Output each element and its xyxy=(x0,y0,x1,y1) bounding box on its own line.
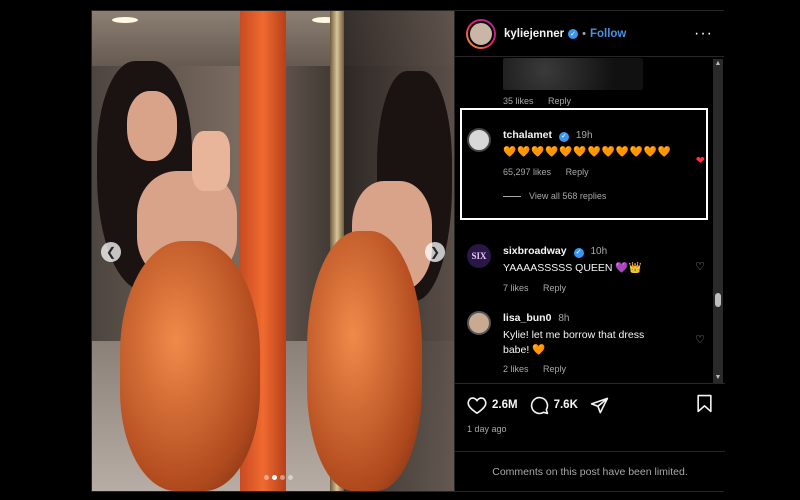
comment-likes[interactable]: 7 likes xyxy=(503,283,529,293)
carousel-dot xyxy=(280,475,285,480)
view-replies-button[interactable]: View all 568 replies xyxy=(503,190,707,203)
comment-meta: 35 likes Reply xyxy=(503,96,583,106)
chevron-right-icon: ❯ xyxy=(429,245,441,259)
heart-icon xyxy=(467,397,487,414)
scrollbar-thumb[interactable] xyxy=(715,293,721,307)
comment-time: 19h xyxy=(575,130,593,141)
bookmark-icon xyxy=(697,394,712,413)
comment-button[interactable] xyxy=(530,396,549,415)
likes-count[interactable]: 2.6M xyxy=(492,399,518,411)
post-header: kyliejenner ✓ • Follow ··· xyxy=(455,11,724,57)
like-button[interactable] xyxy=(467,396,487,414)
post-side-panel: kyliejenner ✓ • Follow ··· 35 likes Repl… xyxy=(454,11,725,491)
comments-count[interactable]: 7.6K xyxy=(554,399,578,411)
header-separator: • xyxy=(582,27,586,40)
photo-subject-dress xyxy=(120,241,260,491)
comment-item: ♡ lisa_bun0 8h Kylie! let me borrow that… xyxy=(467,311,707,376)
carousel-dot-active xyxy=(272,475,277,480)
reply-button[interactable]: Reply xyxy=(543,364,566,374)
scroll-down-icon[interactable]: ▼ xyxy=(713,373,723,383)
replies-line xyxy=(503,196,521,198)
carousel-dot xyxy=(264,475,269,480)
comment-likes[interactable]: 65,297 likes xyxy=(503,167,551,177)
post-actions: 2.6M 7.6K 1 day ago xyxy=(455,383,725,434)
comment-icon xyxy=(530,396,548,414)
commenter-avatar[interactable] xyxy=(467,311,491,335)
heart-outline-icon[interactable]: ♡ xyxy=(695,333,705,346)
next-slide-button[interactable]: ❯ xyxy=(425,242,445,262)
reply-button[interactable]: Reply xyxy=(548,96,571,106)
photo-reflection-dress xyxy=(307,231,422,491)
comment-item: SIX ♡ sixbroadway ✓ 10h YAAAASSSSS QUEEN… xyxy=(467,244,707,294)
photo-subject-face xyxy=(127,91,177,161)
scroll-up-icon[interactable]: ▲ xyxy=(713,59,723,69)
comments-scrollbar[interactable]: ▲ ▼ xyxy=(713,59,723,383)
more-options-icon[interactable]: ··· xyxy=(694,25,713,43)
photo-subject-phone-hand xyxy=(192,131,230,191)
comment-time: 10h xyxy=(590,246,608,257)
post-media: ❮ ❯ xyxy=(92,11,454,491)
save-button[interactable] xyxy=(696,394,713,416)
prev-slide-button[interactable]: ❮ xyxy=(101,242,121,262)
commenter-username[interactable]: sixbroadway xyxy=(503,245,567,257)
share-button[interactable] xyxy=(590,396,609,415)
post-time-ago: 1 day ago xyxy=(467,424,507,434)
comment-time: 8h xyxy=(558,313,570,324)
post-modal: ❮ ❯ kyliejenner ✓ • Follow ··· 35 likes … xyxy=(91,10,725,492)
commenter-avatar[interactable]: SIX xyxy=(467,244,491,268)
reply-button[interactable]: Reply xyxy=(543,283,566,293)
carousel-indicator xyxy=(264,475,293,480)
comment-text: Kylie! let me borrow that dress babe! 🧡 xyxy=(503,329,645,356)
comment-text: 🧡🧡🧡🧡🧡🧡🧡🧡🧡🧡🧡🧡 xyxy=(503,146,672,158)
share-icon xyxy=(590,397,609,413)
verified-badge-icon: ✓ xyxy=(558,131,569,142)
blurred-comment-image xyxy=(503,58,643,90)
follow-button[interactable]: Follow xyxy=(590,28,626,40)
reply-button[interactable]: Reply xyxy=(566,167,589,177)
view-replies-label: View all 568 replies xyxy=(529,191,607,202)
commenter-username[interactable]: tchalamet xyxy=(503,129,552,141)
liked-heart-icon[interactable]: ❤ xyxy=(696,154,705,167)
carousel-dot xyxy=(288,475,293,480)
chevron-left-icon: ❮ xyxy=(105,245,117,259)
heart-outline-icon[interactable]: ♡ xyxy=(695,260,705,273)
verified-badge-icon: ✓ xyxy=(573,247,584,258)
comments-list: 35 likes Reply ❤ tchalamet ✓ 19h 🧡🧡🧡🧡🧡🧡🧡… xyxy=(455,58,713,383)
comment-item: ❤ tchalamet ✓ 19h 🧡🧡🧡🧡🧡🧡🧡🧡🧡🧡🧡🧡 65,297 li… xyxy=(467,128,707,203)
commenter-avatar[interactable] xyxy=(467,128,491,152)
post-author-username[interactable]: kyliejenner xyxy=(504,28,564,40)
profile-avatar[interactable] xyxy=(466,18,496,49)
comment-likes[interactable]: 2 likes xyxy=(503,364,529,374)
comment-likes[interactable]: 35 likes xyxy=(503,96,534,106)
comment-text: YAAAASSSSS QUEEN 💜👑 xyxy=(503,262,642,274)
verified-badge-icon: ✓ xyxy=(568,28,579,39)
comments-limited-notice: Comments on this post have been limited. xyxy=(455,451,725,478)
commenter-username[interactable]: lisa_bun0 xyxy=(503,312,551,324)
photo-light xyxy=(112,17,138,23)
